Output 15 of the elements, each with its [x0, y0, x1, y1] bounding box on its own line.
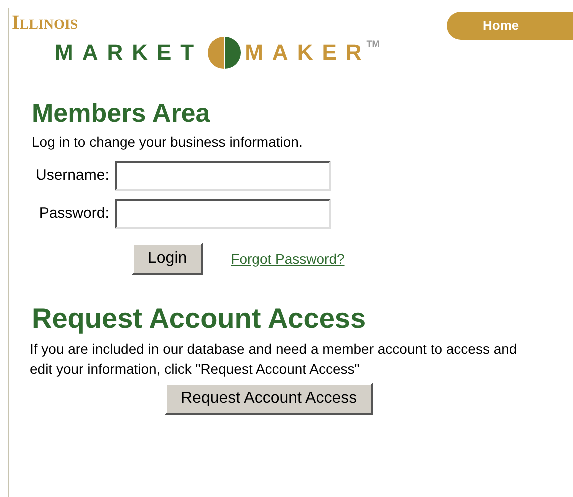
login-button[interactable]: Login [132, 243, 204, 275]
forgot-password-link[interactable]: Forgot Password? [231, 248, 345, 270]
section-title: Members Area [32, 98, 210, 128]
trademark-mark: TM [366, 38, 380, 51]
input-field[interactable] [115, 199, 332, 229]
section-title: Request Account Access [32, 303, 366, 335]
half-circle-icon [207, 36, 242, 70]
field-label: Password: [39, 204, 110, 224]
request-text: If you are included in our database and need a member account to access and edit your information, click "Request Account Access" [30, 340, 518, 379]
field-label: Username: [36, 166, 110, 186]
state-name: Illinois [12, 12, 78, 34]
logo-word: MARKET [55, 40, 204, 66]
intro-text: Log in to change your business information. [32, 133, 303, 152]
request-access-button[interactable]: Request Account Access [165, 383, 374, 415]
input-field[interactable] [115, 161, 332, 191]
